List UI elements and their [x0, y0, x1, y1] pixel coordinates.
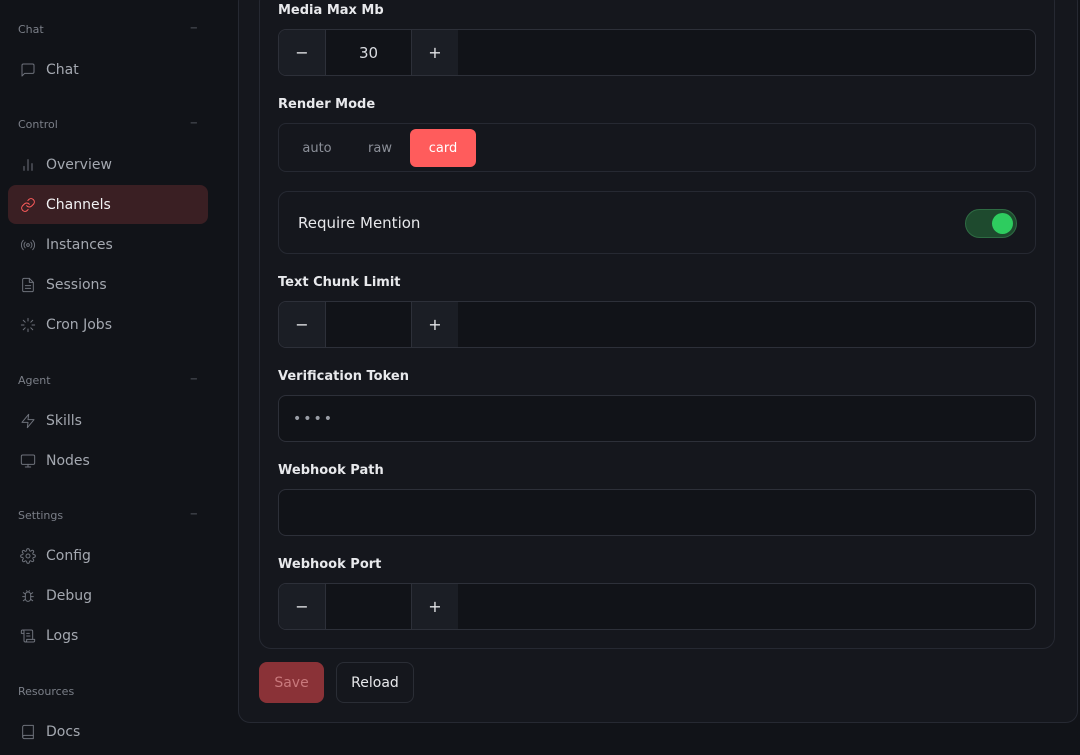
- render-mode-option-card[interactable]: card: [410, 129, 476, 167]
- collapse-icon[interactable]: −: [190, 509, 198, 520]
- bar-chart-icon: [20, 157, 36, 173]
- webhook-path-label: Webhook Path: [278, 463, 384, 478]
- webhook-port-value[interactable]: [326, 584, 411, 629]
- render-mode-option-auto[interactable]: auto: [287, 129, 347, 167]
- radio-icon: [20, 237, 36, 253]
- message-square-icon: [20, 62, 36, 78]
- media-max-mb-label: Media Max Mb: [278, 3, 384, 18]
- collapse-icon[interactable]: −: [190, 118, 198, 129]
- sidebar-item-skills[interactable]: Skills: [8, 401, 208, 440]
- sidebar-item-logs[interactable]: Logs: [8, 616, 208, 655]
- sidebar-group-resources[interactable]: Resources: [18, 685, 198, 698]
- save-button[interactable]: Save: [259, 662, 324, 703]
- sidebar-item-label: Skills: [46, 412, 82, 429]
- sidebar-group-chat[interactable]: Chat −: [18, 23, 198, 36]
- monitor-icon: [20, 453, 36, 469]
- group-label: Chat: [18, 23, 44, 36]
- increment-button[interactable]: +: [411, 30, 458, 75]
- require-mention-label: Require Mention: [298, 214, 421, 232]
- gear-icon: [20, 547, 36, 564]
- verification-token-label: Verification Token: [278, 369, 409, 384]
- sidebar-item-docs[interactable]: Docs: [8, 712, 208, 751]
- sidebar-item-label: Sessions: [46, 276, 107, 293]
- sidebar: Chat − Chat Control − Overview Channels …: [0, 0, 218, 755]
- sidebar-item-label: Instances: [46, 236, 113, 253]
- bug-icon: [20, 588, 36, 604]
- scroll-icon: [20, 628, 36, 644]
- sidebar-item-label: Cron Jobs: [46, 316, 112, 333]
- loader-icon: [20, 317, 36, 333]
- group-label: Control: [18, 118, 58, 131]
- sidebar-item-nodes[interactable]: Nodes: [8, 441, 208, 480]
- book-icon: [20, 724, 36, 740]
- sidebar-item-label: Overview: [46, 156, 112, 173]
- group-label: Agent: [18, 374, 51, 387]
- text-chunk-limit-value[interactable]: [326, 302, 411, 347]
- sidebar-item-label: Logs: [46, 627, 79, 644]
- sidebar-item-debug[interactable]: Debug: [8, 576, 208, 615]
- toggle-knob: [992, 213, 1013, 234]
- reload-button[interactable]: Reload: [336, 662, 414, 703]
- sidebar-item-label: Docs: [46, 723, 81, 740]
- sidebar-group-control[interactable]: Control −: [18, 118, 198, 131]
- sidebar-item-overview[interactable]: Overview: [8, 145, 208, 184]
- sidebar-item-cron-jobs[interactable]: Cron Jobs: [8, 305, 208, 344]
- sidebar-item-chat[interactable]: Chat: [8, 50, 208, 89]
- require-mention-toggle[interactable]: [965, 209, 1017, 238]
- sidebar-item-channels[interactable]: Channels: [8, 185, 208, 224]
- sidebar-item-label: Channels: [46, 196, 111, 213]
- webhook-path-field: [278, 489, 1036, 536]
- sidebar-item-sessions[interactable]: Sessions: [8, 265, 208, 304]
- verification-token-input[interactable]: [279, 396, 1035, 441]
- webhook-port-label: Webhook Port: [278, 557, 382, 572]
- decrement-button[interactable]: −: [279, 30, 326, 75]
- text-chunk-limit-stepper: − +: [278, 301, 1036, 348]
- sidebar-item-config[interactable]: Config: [8, 536, 208, 575]
- zap-icon: [20, 413, 36, 429]
- webhook-port-stepper: − +: [278, 583, 1036, 630]
- render-mode-option-raw[interactable]: raw: [351, 129, 409, 167]
- decrement-button[interactable]: −: [279, 584, 326, 629]
- sidebar-group-agent[interactable]: Agent −: [18, 374, 198, 387]
- link-icon: [20, 197, 36, 213]
- decrement-button[interactable]: −: [279, 302, 326, 347]
- require-mention-row: Require Mention: [278, 191, 1036, 254]
- render-mode-label: Render Mode: [278, 97, 376, 112]
- sidebar-item-label: Debug: [46, 587, 93, 604]
- sidebar-item-instances[interactable]: Instances: [8, 225, 208, 264]
- media-max-mb-stepper: − 30 +: [278, 29, 1036, 76]
- group-label: Resources: [18, 685, 75, 698]
- text-chunk-limit-label: Text Chunk Limit: [278, 275, 401, 290]
- sidebar-group-settings[interactable]: Settings −: [18, 509, 198, 522]
- increment-button[interactable]: +: [411, 584, 458, 629]
- webhook-path-input[interactable]: [279, 490, 1035, 535]
- media-max-mb-value[interactable]: 30: [326, 30, 411, 75]
- verification-token-field: [278, 395, 1036, 442]
- sidebar-item-label: Nodes: [46, 452, 90, 469]
- group-label: Settings: [18, 509, 64, 522]
- render-mode-segmented-control: auto raw card: [278, 123, 1036, 172]
- increment-button[interactable]: +: [411, 302, 458, 347]
- collapse-icon[interactable]: −: [190, 23, 198, 34]
- sidebar-item-label: Chat: [46, 61, 79, 78]
- sidebar-item-label: Config: [46, 547, 91, 564]
- collapse-icon[interactable]: −: [190, 374, 198, 385]
- file-text-icon: [20, 277, 36, 293]
